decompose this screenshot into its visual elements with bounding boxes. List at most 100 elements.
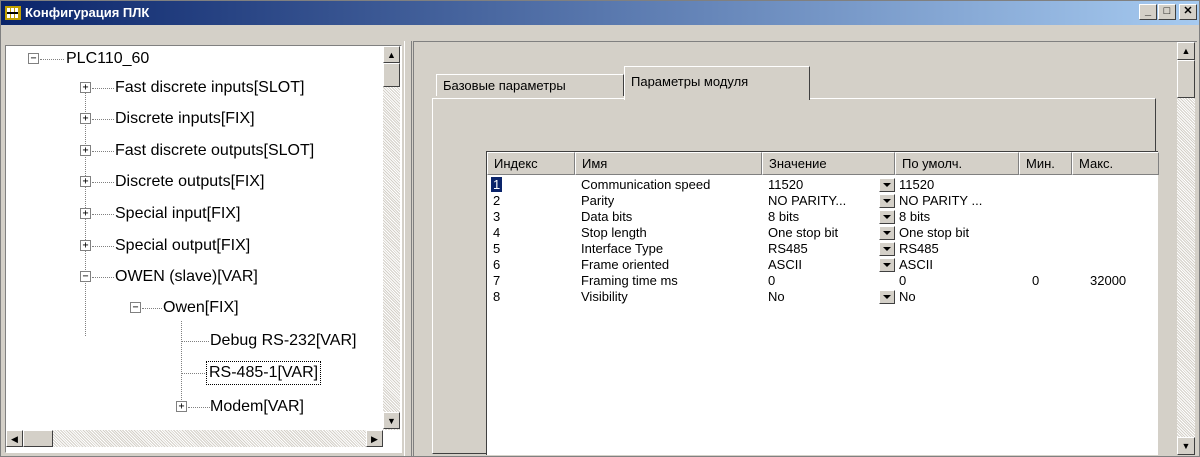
row-value[interactable]: No: [768, 289, 785, 305]
row-name: Data bits: [581, 209, 633, 224]
column-header-default[interactable]: По умолч.: [895, 152, 1019, 175]
table-row[interactable]: 7 Framing time ms 0 0 0 32000: [487, 273, 1159, 289]
tree-node-discrete-outputs[interactable]: Discrete outputs[FIX]: [115, 171, 264, 193]
plc-config-icon: [5, 6, 21, 20]
scroll-thumb[interactable]: [383, 63, 400, 87]
panel-splitter[interactable]: [404, 41, 412, 456]
maximize-button[interactable]: □: [1158, 4, 1176, 20]
table-row[interactable]: 5 Interface Type RS485 RS485: [487, 241, 1159, 257]
tree-node-modem[interactable]: Modem[VAR]: [210, 396, 304, 418]
dropdown-arrow-icon[interactable]: [879, 210, 895, 224]
dropdown-arrow-icon[interactable]: [879, 290, 895, 304]
table-row[interactable]: 2 Parity NO PARITY... NO PARITY ...: [487, 193, 1159, 209]
expand-icon[interactable]: +: [80, 240, 91, 251]
expand-icon[interactable]: +: [80, 208, 91, 219]
tree-node-special-input[interactable]: Special input[FIX]: [115, 203, 240, 225]
row-name: Framing time ms: [581, 273, 678, 288]
collapse-icon[interactable]: −: [28, 53, 39, 64]
column-header-value[interactable]: Значение: [762, 152, 895, 175]
row-value[interactable]: 0: [768, 273, 775, 289]
table-row[interactable]: 4 Stop length One stop bit One stop bit: [487, 225, 1159, 241]
tree-node-label: PLC110_60: [66, 50, 150, 67]
row-name: Interface Type: [581, 241, 664, 256]
scroll-right-icon[interactable]: ▶: [366, 430, 383, 447]
column-header-min[interactable]: Мин.: [1019, 152, 1072, 175]
collapse-icon[interactable]: −: [130, 302, 141, 313]
row-name: Stop length: [581, 225, 647, 240]
row-index: 5: [493, 241, 501, 256]
column-header-index[interactable]: Индекс: [487, 152, 575, 175]
row-value[interactable]: One stop bit: [768, 225, 838, 241]
row-index: 2: [493, 193, 501, 208]
row-default: 0: [899, 273, 907, 288]
row-value[interactable]: 11520: [768, 177, 803, 193]
tab-label: Параметры модуля: [631, 74, 749, 89]
tree-vertical-scrollbar[interactable]: [383, 46, 400, 430]
tree-node-owen-slave[interactable]: OWEN (slave)[VAR]: [115, 266, 258, 288]
tree-node-label: Owen[FIX]: [163, 299, 239, 316]
tab-module-params[interactable]: Параметры модуля: [624, 66, 810, 100]
scroll-left-icon[interactable]: ◀: [6, 430, 23, 447]
expand-icon[interactable]: +: [80, 176, 91, 187]
parameters-table[interactable]: Индекс Имя Значение По умолч. Мин. Макс.…: [486, 151, 1159, 455]
table-row[interactable]: 1 Communication speed 11520 11520: [487, 177, 1159, 193]
minimize-button[interactable]: _: [1139, 4, 1157, 20]
column-header-max[interactable]: Макс.: [1072, 152, 1159, 175]
row-default: No: [899, 289, 916, 304]
dropdown-arrow-icon[interactable]: [879, 194, 895, 208]
close-button[interactable]: ✕: [1179, 4, 1197, 20]
expand-icon[interactable]: +: [80, 82, 91, 93]
row-max: 32000: [1090, 273, 1127, 288]
dropdown-arrow-icon[interactable]: [879, 258, 895, 272]
tree-node-root[interactable]: PLC110_60: [66, 48, 149, 70]
row-value[interactable]: NO PARITY...: [768, 193, 878, 209]
tree-node-discrete-inputs[interactable]: Discrete inputs[FIX]: [115, 108, 255, 130]
row-default: 8 bits: [899, 209, 931, 224]
title-bar[interactable]: Конфигурация ПЛК _ □ ✕: [1, 1, 1199, 25]
row-name: Frame oriented: [581, 257, 670, 272]
dropdown-arrow-icon[interactable]: [879, 226, 895, 240]
row-index: 3: [493, 209, 501, 224]
tree-node-label-selected: RS-485-1[VAR]: [205, 361, 322, 385]
config-tree[interactable]: − PLC110_60 + Fast discrete inputs[SLOT]…: [5, 45, 402, 453]
tab-base-params[interactable]: Базовые параметры: [436, 74, 624, 96]
row-index: 1: [491, 177, 503, 192]
row-value[interactable]: 8 bits: [768, 209, 799, 225]
tree-node-fast-discrete-outputs[interactable]: Fast discrete outputs[SLOT]: [115, 140, 314, 162]
scroll-down-icon[interactable]: ▼: [383, 412, 400, 429]
expand-icon[interactable]: +: [80, 145, 91, 156]
row-index: 7: [493, 273, 501, 288]
row-index: 4: [493, 225, 501, 240]
table-row[interactable]: 6 Frame oriented ASCII ASCII: [487, 257, 1159, 273]
dropdown-arrow-icon[interactable]: [879, 242, 895, 256]
collapse-icon[interactable]: −: [80, 271, 91, 282]
scroll-thumb[interactable]: [1177, 60, 1195, 98]
row-default: 11520: [899, 177, 935, 192]
row-index: 8: [493, 289, 501, 304]
scroll-thumb[interactable]: [23, 430, 53, 447]
scroll-down-icon[interactable]: ▼: [1177, 437, 1195, 455]
column-header-name[interactable]: Имя: [575, 152, 762, 175]
tree-node-label: Fast discrete outputs[SLOT]: [115, 142, 315, 159]
expand-icon[interactable]: +: [80, 113, 91, 124]
tree-node-owen[interactable]: Owen[FIX]: [163, 297, 239, 319]
panel-vertical-scrollbar[interactable]: [1177, 42, 1195, 455]
row-value[interactable]: RS485: [768, 241, 808, 257]
row-default: RS485: [899, 241, 939, 256]
tree-node-fast-discrete-inputs[interactable]: Fast discrete inputs[SLOT]: [115, 77, 304, 99]
scroll-up-icon[interactable]: ▲: [1177, 42, 1195, 60]
table-row[interactable]: 3 Data bits 8 bits 8 bits: [487, 209, 1159, 225]
tree-node-label: Modem[VAR]: [210, 398, 304, 415]
tree-node-label: OWEN (slave)[VAR]: [115, 268, 258, 285]
row-default: NO PARITY ...: [899, 193, 983, 208]
tree-horizontal-scrollbar[interactable]: [6, 430, 383, 447]
tree-node-debug-rs232[interactable]: Debug RS-232[VAR]: [210, 330, 356, 352]
tree-node-special-output[interactable]: Special output[FIX]: [115, 235, 250, 257]
expand-icon[interactable]: +: [176, 401, 187, 412]
row-value[interactable]: ASCII: [768, 257, 802, 273]
tree-node-rs485-1[interactable]: RS-485-1[VAR]: [205, 361, 322, 385]
dropdown-arrow-icon[interactable]: [879, 178, 895, 192]
scroll-up-icon[interactable]: ▲: [383, 46, 400, 63]
row-default: One stop bit: [899, 225, 970, 240]
table-row[interactable]: 8 Visibility No No: [487, 289, 1159, 305]
